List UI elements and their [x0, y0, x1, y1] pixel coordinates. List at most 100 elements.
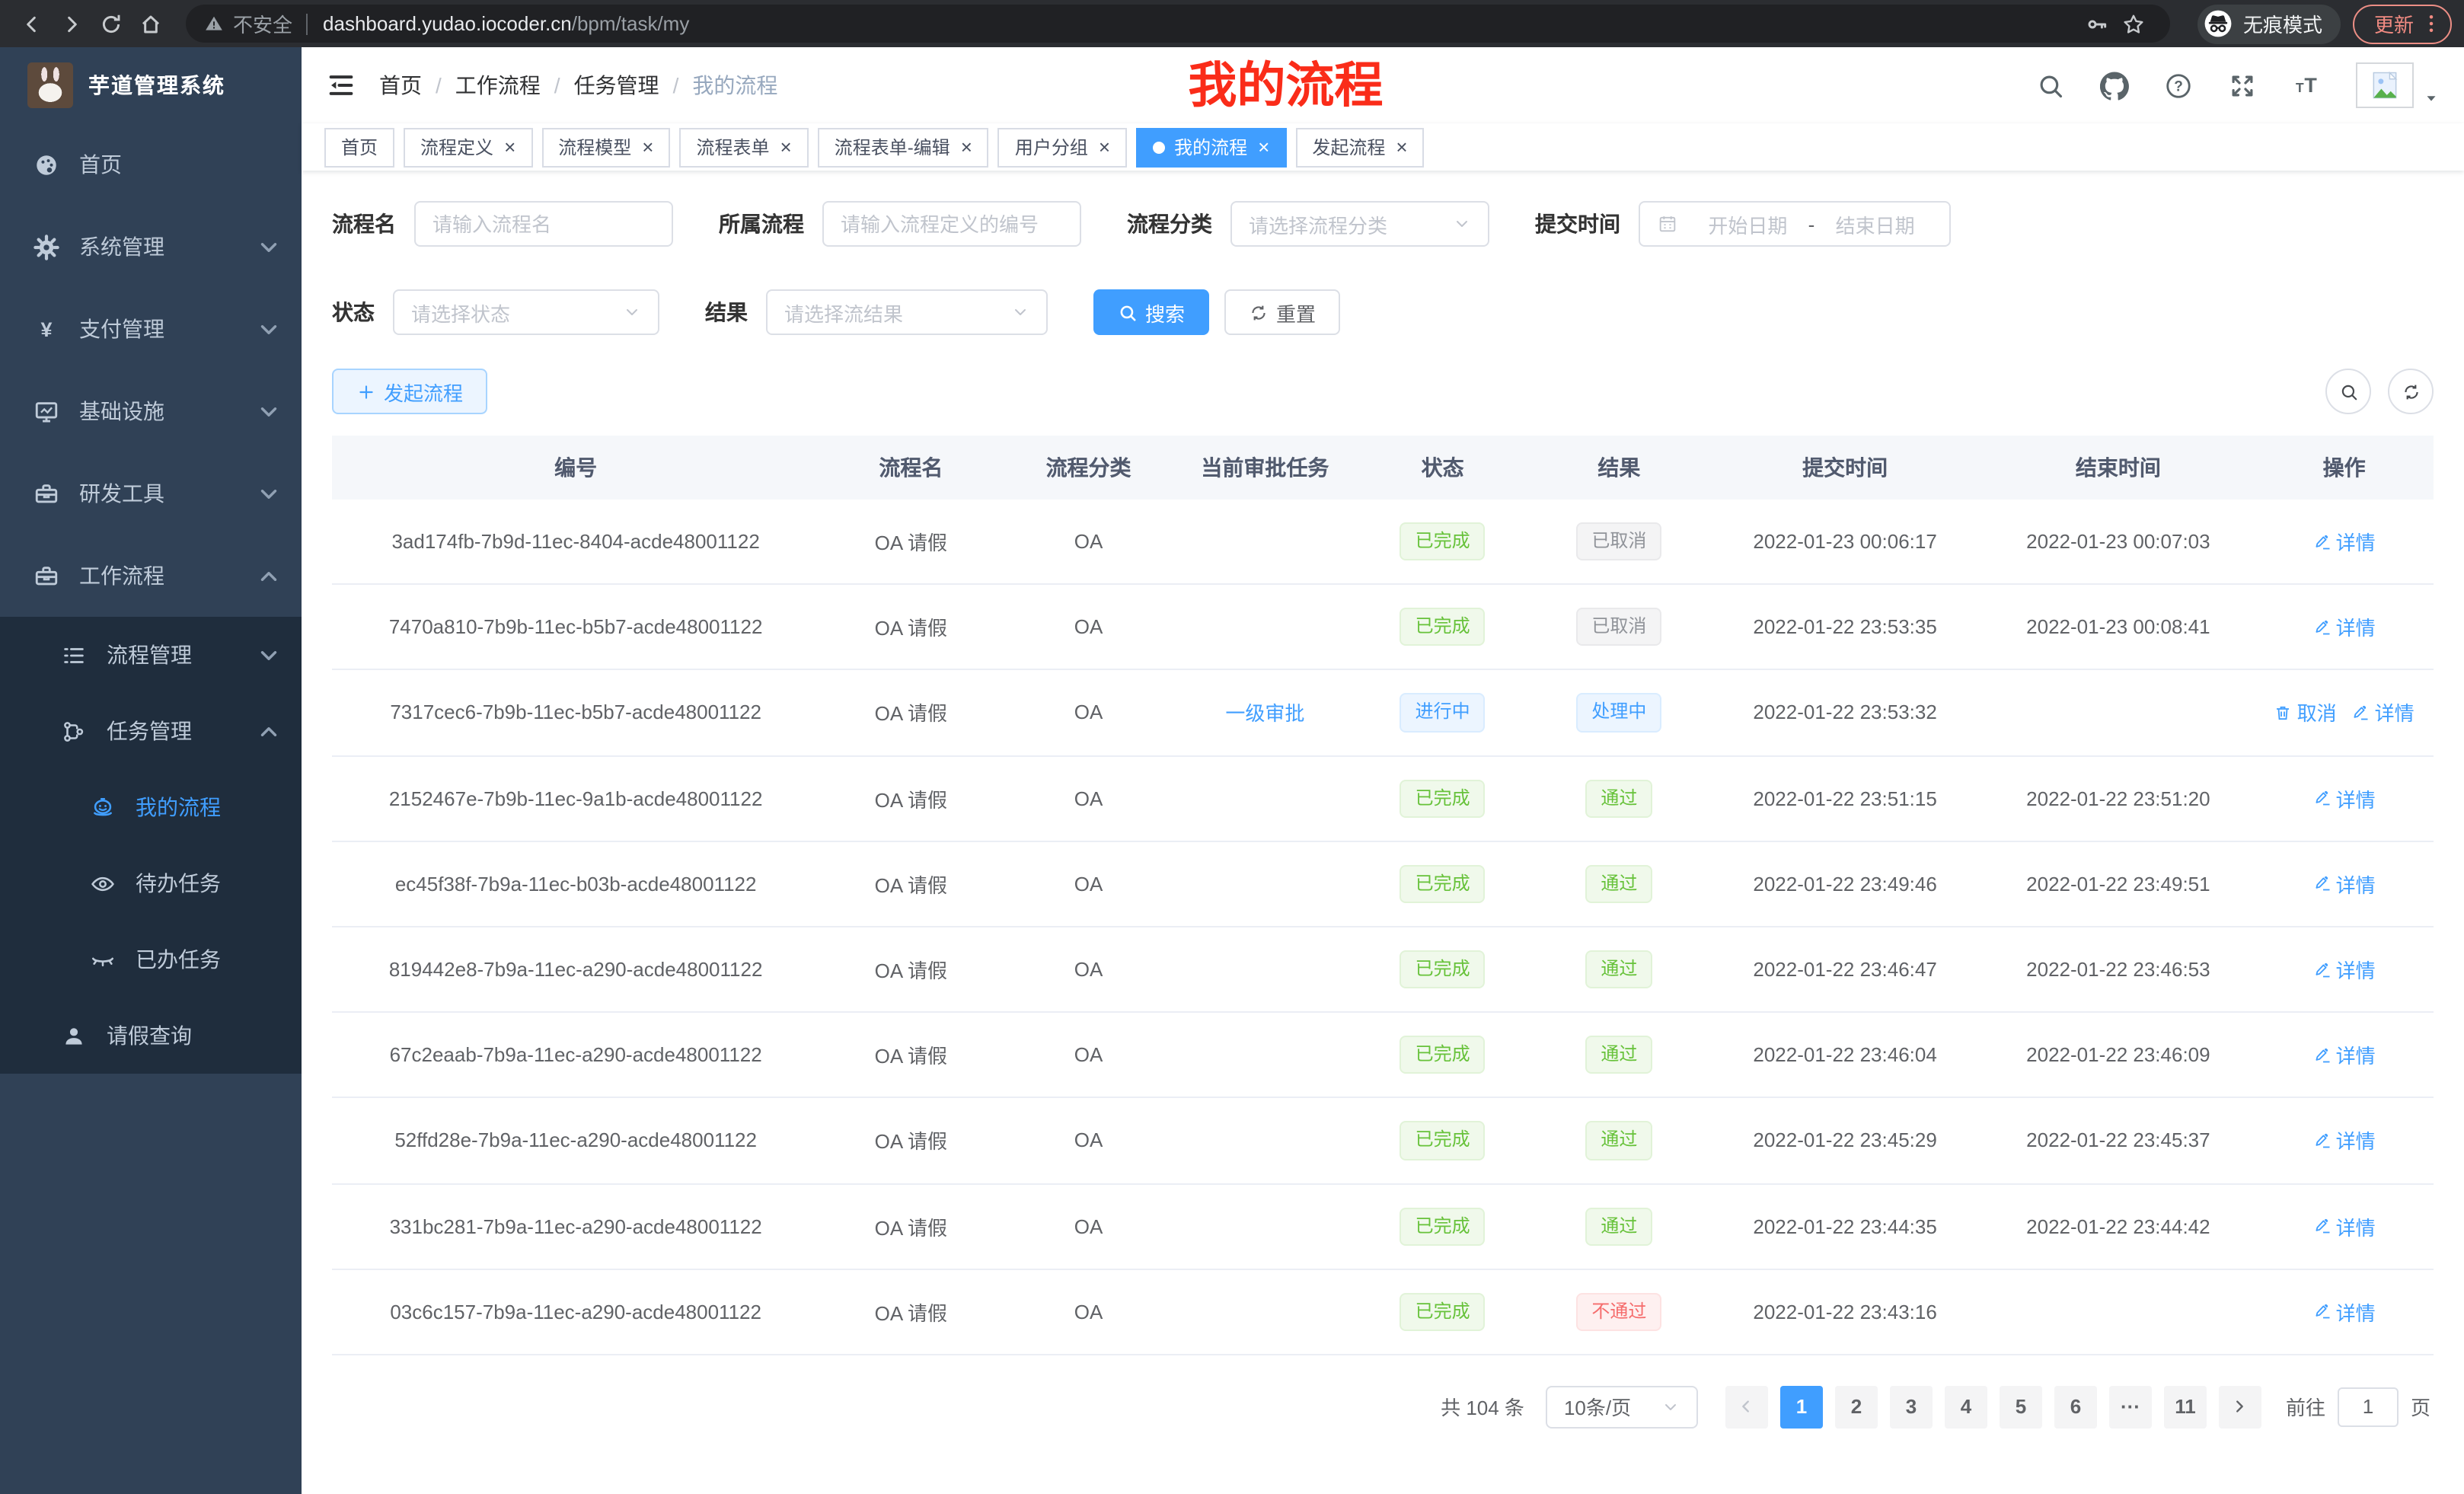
jump-page-input[interactable] — [2338, 1387, 2399, 1427]
sidebar-item-工作流程[interactable]: 工作流程 — [0, 535, 302, 617]
cell-end-time: 2022-01-22 23:51:20 — [1982, 755, 2255, 841]
page-button-11[interactable]: 11 — [2164, 1386, 2207, 1429]
table-row: 3ad174fb-7b9d-11ec-8404-acde48001122OA 请… — [332, 500, 2434, 584]
详情-action-link[interactable]: 详情 — [2352, 698, 2415, 727]
address-bar[interactable]: 不安全 dashboard.yudao.iocoder.cn /bpm/task… — [186, 5, 2170, 43]
help-icon[interactable]: ? — [2164, 71, 2193, 100]
详情-action-link[interactable]: 详情 — [2313, 955, 2376, 984]
avatar-caret-icon[interactable] — [2423, 89, 2440, 106]
sidebar-item-待办任务[interactable]: 待办任务 — [0, 845, 302, 921]
password-key-icon[interactable] — [2079, 4, 2115, 43]
page-button-6[interactable]: 6 — [2054, 1386, 2097, 1429]
page-button-2[interactable]: 2 — [1835, 1386, 1878, 1429]
取消-action-link[interactable]: 取消 — [2274, 698, 2337, 727]
详情-action-link[interactable]: 详情 — [2313, 784, 2376, 812]
column-header-状态: 状态 — [1355, 436, 1530, 500]
close-icon[interactable]: × — [1258, 137, 1269, 157]
breadcrumb-item-首页[interactable]: 首页 — [379, 70, 422, 101]
tab-流程表单[interactable]: 流程表单× — [679, 127, 808, 167]
browser-forward-button[interactable] — [52, 4, 91, 43]
sidebar-item-我的流程[interactable]: 我的流程 — [0, 769, 302, 845]
详情-action-link[interactable]: 详情 — [2313, 1298, 2376, 1326]
sidebar-item-请假查询[interactable]: 请假查询 — [0, 998, 302, 1074]
fullscreen-icon[interactable] — [2228, 71, 2257, 100]
reset-button[interactable]: 重置 — [1224, 289, 1340, 335]
table-search-button[interactable] — [2325, 369, 2371, 414]
详情-action-link[interactable]: 详情 — [2313, 870, 2376, 899]
breadcrumb-item-任务管理[interactable]: 任务管理 — [574, 70, 659, 101]
sidebar-item-研发工具[interactable]: 研发工具 — [0, 452, 302, 535]
详情-action-link[interactable]: 详情 — [2313, 1126, 2376, 1155]
tab-首页[interactable]: 首页 — [324, 127, 394, 167]
browser-reload-button[interactable] — [91, 4, 131, 43]
breadcrumb-item-工作流程[interactable]: 工作流程 — [455, 70, 541, 101]
date-range-picker[interactable]: 开始日期 - 结束日期 — [1639, 201, 1951, 247]
tab-我的流程[interactable]: 我的流程× — [1136, 127, 1286, 167]
详情-action-link[interactable]: 详情 — [2313, 527, 2376, 556]
table-header-row: 编号流程名流程分类当前审批任务状态结果提交时间结束时间操作 — [332, 436, 2434, 500]
page-button-5[interactable]: 5 — [2000, 1386, 2042, 1429]
sidebar-item-基础设施[interactable]: 基础设施 — [0, 370, 302, 452]
pager-more-icon[interactable]: ··· — [2109, 1386, 2152, 1429]
sidebar-item-支付管理[interactable]: ¥支付管理 — [0, 288, 302, 370]
close-icon[interactable]: × — [1099, 137, 1110, 157]
cell-result: 已取消 — [1530, 584, 1709, 669]
avatar[interactable] — [2356, 62, 2414, 108]
sidebar-item-流程管理[interactable]: 流程管理 — [0, 617, 302, 693]
tab-流程定义[interactable]: 流程定义× — [404, 127, 532, 167]
close-icon[interactable]: × — [780, 137, 792, 157]
cell-id: 7470a810-7b9b-11ec-b5b7-acde48001122 — [332, 584, 819, 669]
briefcase-icon — [34, 563, 59, 589]
sidebar-item-系统管理[interactable]: 系统管理 — [0, 206, 302, 288]
next-page-button[interactable] — [2219, 1386, 2261, 1429]
cell-result: 通过 — [1530, 1012, 1709, 1097]
sidebar-item-任务管理[interactable]: 任务管理 — [0, 693, 302, 769]
font-size-icon[interactable]: TT — [2292, 71, 2321, 100]
cell-process-name: OA 请假 — [819, 927, 1002, 1012]
process-name-input[interactable] — [432, 212, 655, 235]
cell-category: OA — [1002, 927, 1174, 1012]
page-button-4[interactable]: 4 — [1945, 1386, 1987, 1429]
result-badge: 通过 — [1585, 1207, 1652, 1245]
status-select[interactable]: 请选择状态 — [393, 289, 659, 335]
cell-end-time: 2022-01-22 23:49:51 — [1982, 841, 2255, 927]
incognito-badge: 无痕模式 — [2197, 4, 2341, 43]
page-size-select[interactable]: 10条/页 — [1546, 1386, 1698, 1429]
tab-用户分组[interactable]: 用户分组× — [998, 127, 1127, 167]
page-button-3[interactable]: 3 — [1890, 1386, 1933, 1429]
tab-流程表单-编辑[interactable]: 流程表单-编辑× — [818, 127, 989, 167]
browser-back-button[interactable] — [12, 4, 52, 43]
table-refresh-button[interactable] — [2388, 369, 2434, 414]
create-process-button[interactable]: 发起流程 — [332, 369, 487, 414]
sidebar-collapse-icon[interactable] — [326, 70, 356, 101]
prev-page-button[interactable] — [1725, 1386, 1768, 1429]
tab-流程模型[interactable]: 流程模型× — [541, 127, 670, 167]
cell-submit-time: 2022-01-22 23:45:29 — [1709, 1098, 1982, 1183]
browser-update-button[interactable]: 更新 — [2353, 4, 2452, 43]
browser-menu-dots-icon[interactable] — [2420, 12, 2443, 35]
tab-发起流程[interactable]: 发起流程× — [1295, 127, 1424, 167]
app-logo-row[interactable]: 芋道管理系统 — [0, 47, 302, 123]
task-link[interactable]: 一级审批 — [1225, 698, 1304, 727]
security-label[interactable]: 不安全 — [233, 9, 292, 38]
result-select[interactable]: 请选择流结果 — [766, 289, 1048, 335]
search-icon[interactable] — [2036, 71, 2065, 100]
bookmark-star-icon[interactable] — [2115, 4, 2152, 43]
browser-home-button[interactable] — [131, 4, 171, 43]
详情-action-link[interactable]: 详情 — [2313, 613, 2376, 642]
process-definition-input[interactable] — [841, 212, 1063, 235]
breadcrumb-separator: / — [554, 73, 560, 97]
search-button[interactable]: 搜索 — [1093, 289, 1209, 335]
详情-action-link[interactable]: 详情 — [2313, 1211, 2376, 1240]
github-icon[interactable] — [2100, 71, 2129, 100]
close-icon[interactable]: × — [642, 137, 653, 157]
cell-process-name: OA 请假 — [819, 1269, 1002, 1354]
sidebar-item-首页[interactable]: 首页 — [0, 123, 302, 206]
category-select[interactable]: 请选择流程分类 — [1230, 201, 1489, 247]
close-icon[interactable]: × — [1396, 137, 1407, 157]
close-icon[interactable]: × — [504, 137, 515, 157]
详情-action-link[interactable]: 详情 — [2313, 1040, 2376, 1069]
page-button-1[interactable]: 1 — [1780, 1386, 1823, 1429]
sidebar-item-已办任务[interactable]: 已办任务 — [0, 921, 302, 998]
close-icon[interactable]: × — [961, 137, 972, 157]
